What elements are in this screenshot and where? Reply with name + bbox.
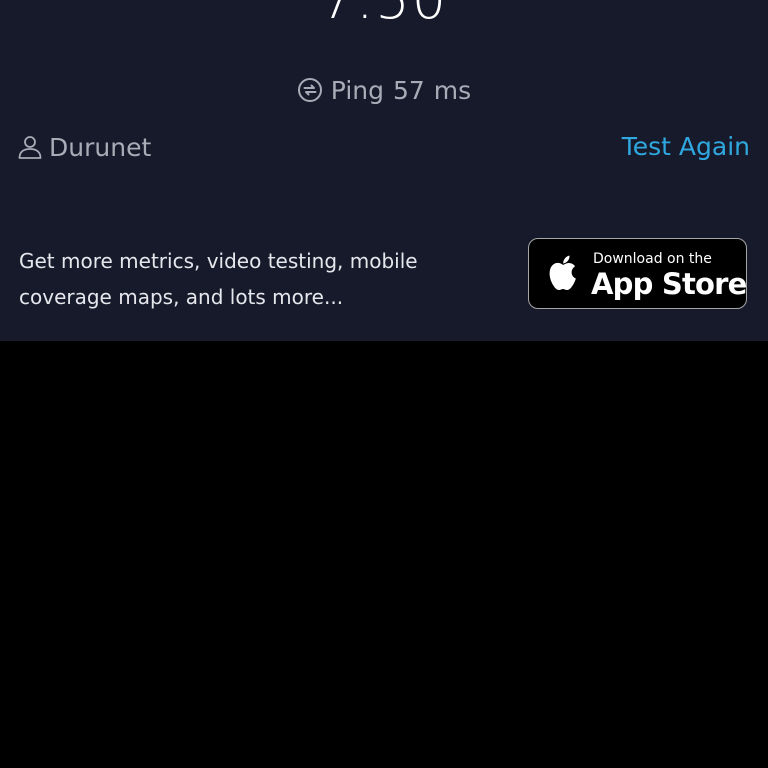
ping-value: 57: [392, 75, 425, 105]
provider-row: Durunet: [18, 130, 151, 164]
ping-unit: ms: [433, 75, 472, 105]
ping-label: Ping: [330, 75, 384, 105]
test-again-link[interactable]: Test Again: [622, 130, 750, 164]
person-icon: [18, 136, 42, 159]
speed-value: 7.50: [0, 0, 768, 32]
ping-row: Ping 57 ms: [0, 72, 768, 108]
results-panel: 7.50 Ping 57 ms Durunet Test Again Get m…: [0, 0, 768, 341]
badge-big-text: App Store: [591, 267, 747, 301]
promo-text: Get more metrics, video testing, mobile …: [19, 249, 418, 309]
ping-icon: [297, 78, 322, 102]
app-store-button[interactable]: Download on the App Store: [528, 238, 747, 309]
apple-icon: [549, 255, 576, 291]
empty-black-area: [0, 341, 768, 768]
provider-name: Durunet: [49, 132, 152, 162]
